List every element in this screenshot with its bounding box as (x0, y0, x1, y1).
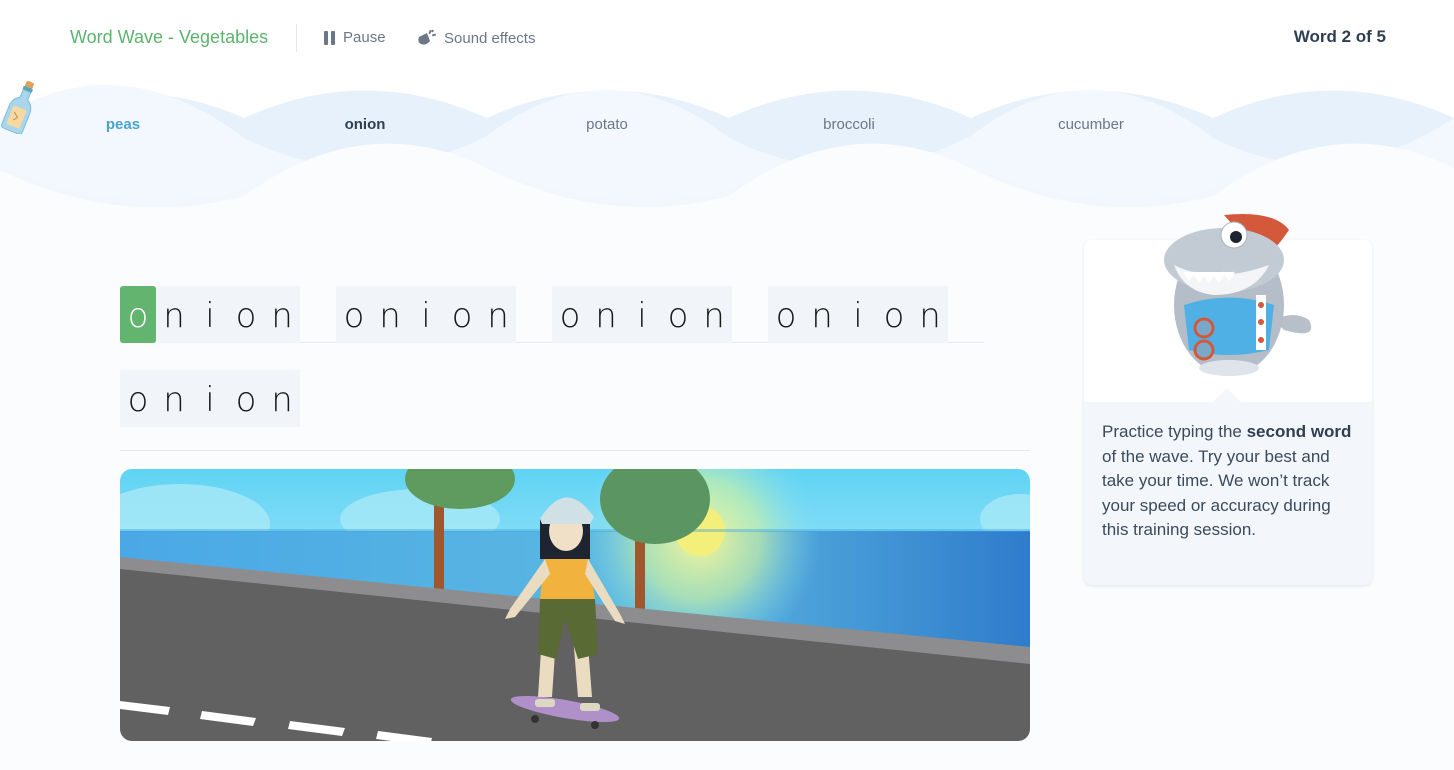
char: o (127, 380, 149, 420)
char: i (637, 296, 647, 336)
wave-word-potato: potato (586, 116, 628, 133)
char: o (235, 380, 257, 420)
wave-word-broccoli: broccoli (823, 116, 875, 133)
char: o (235, 296, 257, 336)
wave-word-peas: peas (105, 116, 141, 133)
header-divider (296, 24, 297, 52)
char: n (703, 296, 725, 336)
char: n (163, 296, 185, 336)
pause-icon (324, 30, 335, 45)
wave-word-cucumber: cucumber (1058, 116, 1124, 133)
shark-mascot-icon (1164, 214, 1312, 376)
word-wave: peas onion potato broccoli cucumber (0, 78, 1454, 218)
char: n (811, 296, 833, 336)
char: n (595, 296, 617, 336)
wave-background (0, 78, 1454, 218)
divider (120, 450, 1030, 451)
hint-text-after: of the wave. Try your best and take your… (1102, 446, 1331, 540)
char: i (205, 296, 215, 336)
hint-text-before: Practice typing the (1102, 422, 1247, 441)
char: o (775, 296, 797, 336)
char: o (667, 296, 689, 336)
app-title: Word Wave - Vegetables (70, 27, 269, 47)
pause-button[interactable]: Pause (324, 29, 386, 46)
char: i (205, 380, 215, 420)
char: n (379, 296, 401, 336)
word-row: o n i o n o n i o n o n i o n o n i o n (120, 286, 948, 343)
word-box: o n i o n (120, 286, 300, 343)
sound-effects-button[interactable]: Sound effects (416, 28, 535, 48)
char: o (343, 296, 365, 336)
char: n (271, 296, 293, 336)
word-row: o n i o n (120, 370, 300, 427)
sound-effects-label: Sound effects (444, 29, 536, 47)
message-bottle-icon (1, 80, 34, 134)
char: o (883, 296, 905, 336)
hint-text: Practice typing the second word of the w… (1102, 420, 1358, 543)
hint-text-bold: second word (1246, 422, 1352, 441)
word-box: o n i o n (552, 286, 732, 343)
sound-effects-icon (418, 29, 436, 45)
char: i (853, 296, 863, 336)
top-bar: Word Wave - Vegetables Pause Sound effec… (0, 0, 1454, 78)
word-counter: Word 2 of 5 (1293, 27, 1386, 46)
hint-notch (1212, 388, 1242, 403)
char: o (451, 296, 473, 336)
char: i (421, 296, 431, 336)
char: n (163, 380, 185, 420)
char: o (559, 296, 581, 336)
scene-illustration (120, 469, 1030, 741)
pause-label: Pause (343, 29, 386, 46)
char: n (919, 296, 941, 336)
char: n (271, 380, 293, 420)
skateboard-scene (120, 469, 1030, 741)
word-box: o n i o n (336, 286, 516, 343)
hint-card: Practice typing the second word of the w… (1084, 214, 1372, 585)
word-box: o n i o n (768, 286, 948, 343)
char: n (487, 296, 509, 336)
wave-word-onion: onion (344, 116, 386, 133)
word-box: o n i o n (120, 370, 300, 427)
char-active: o (120, 286, 156, 343)
